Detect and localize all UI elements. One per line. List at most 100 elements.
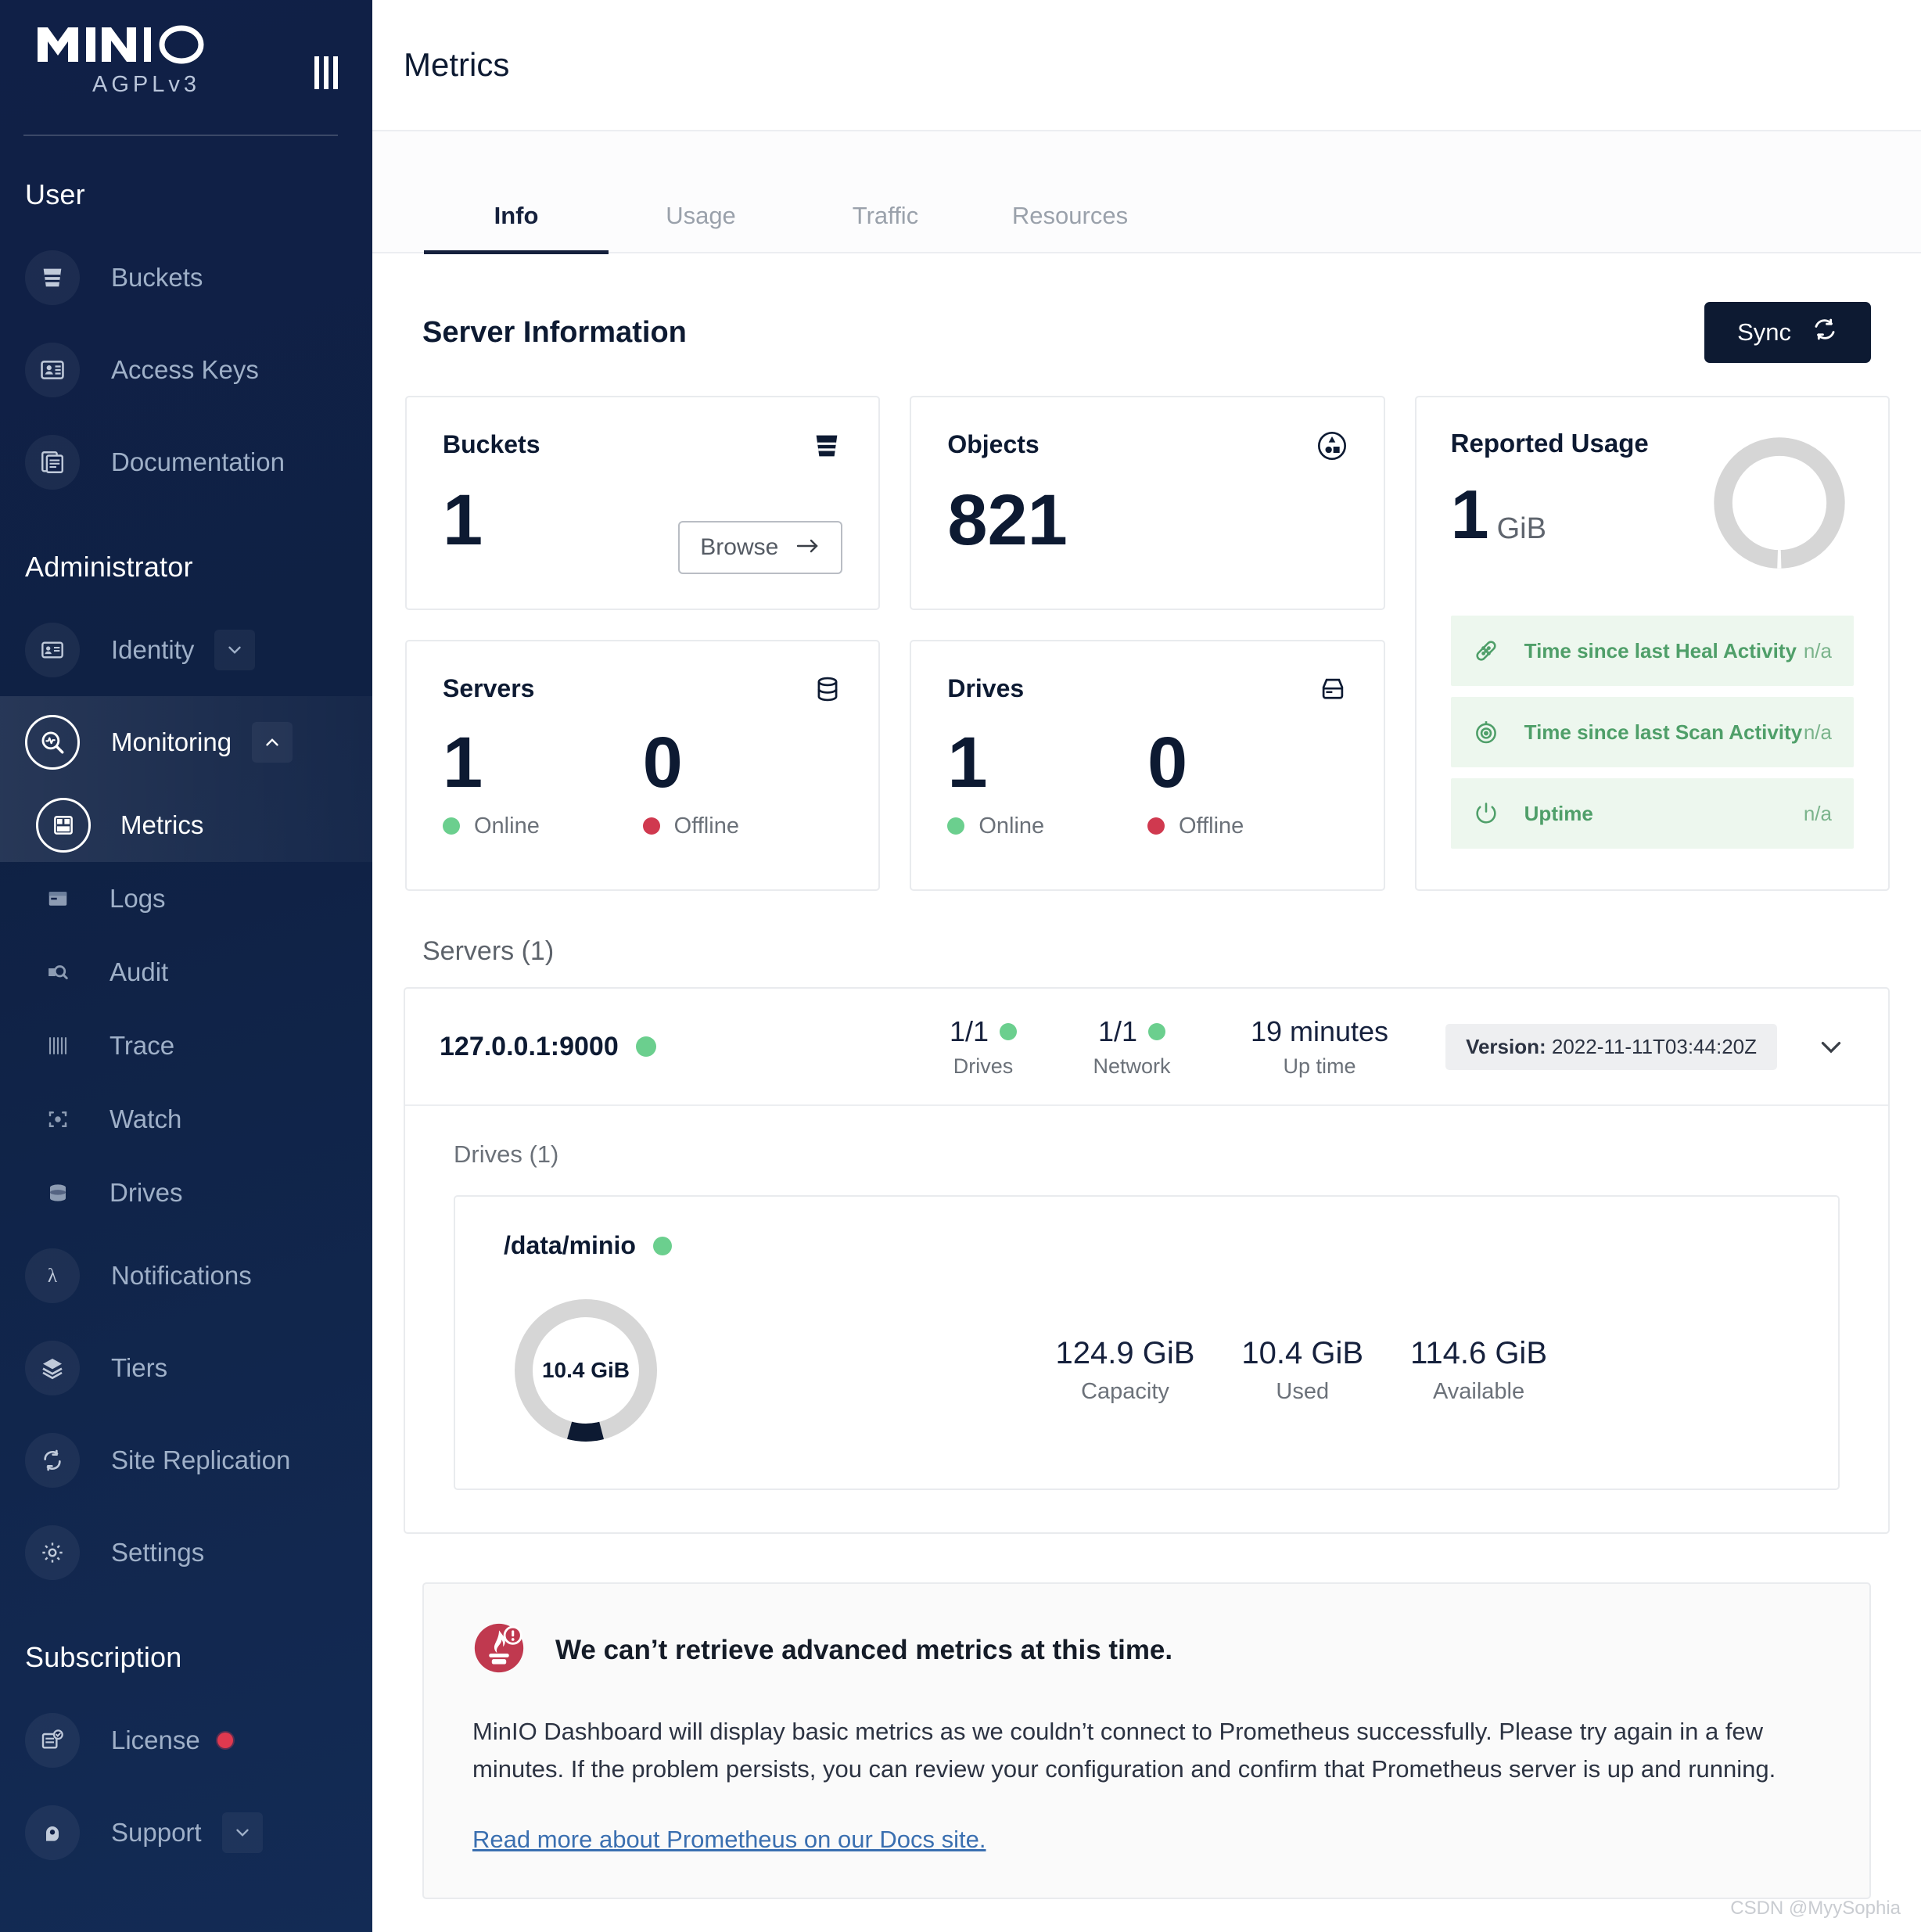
- scan-icon: [1473, 719, 1513, 745]
- server-uptime-label: Up time: [1283, 1054, 1356, 1078]
- servers-offline-label: Offline: [673, 813, 739, 839]
- card-servers: Servers 1 Online 0 Offline: [405, 640, 881, 891]
- sidebar-item-label: Tiers: [111, 1353, 168, 1382]
- browse-button[interactable]: Browse: [678, 521, 843, 574]
- sidebar-item-support[interactable]: Support: [0, 1787, 372, 1879]
- sync-icon: [1811, 316, 1838, 349]
- page-header: Metrics: [372, 0, 1921, 131]
- drives-offline: 0 Offline: [1147, 708, 1348, 839]
- sidebar-item-label: License: [111, 1726, 200, 1754]
- status-dot-online: [635, 1036, 656, 1057]
- sidebar-item-metrics[interactable]: Metrics: [0, 788, 372, 862]
- usage-title: Reported Usage: [1450, 429, 1649, 458]
- sidebar-item-settings[interactable]: Settings: [0, 1506, 372, 1599]
- sidebar-item-notifications[interactable]: λ Notifications: [0, 1230, 372, 1322]
- sidebar-item-label: Metrics: [120, 810, 204, 839]
- license-label: AGPLv3: [92, 72, 200, 97]
- servers-status-group: 1 Online 0 Offline: [443, 708, 842, 839]
- alert-header: We can’t retrieve advanced metrics at th…: [472, 1621, 1821, 1679]
- drive-available-value: 114.6 GiB: [1410, 1336, 1547, 1370]
- sidebar-item-logs[interactable]: Logs: [0, 862, 372, 935]
- sidebar-section-user: User: [25, 178, 85, 210]
- drive-card: /data/minio 10.4 GiB 124.9 GiB Capacity …: [454, 1195, 1840, 1490]
- sidebar-section-subscription: Subscription: [25, 1641, 182, 1673]
- sidebar-item-label: Buckets: [111, 263, 203, 292]
- sidebar-item-documentation[interactable]: Documentation: [0, 416, 372, 508]
- tab-info[interactable]: Info: [424, 202, 609, 254]
- sidebar-section-administrator: Administrator: [25, 551, 193, 583]
- chevron-down-icon[interactable]: [1808, 1024, 1854, 1069]
- usage-row-value: n/a: [1803, 720, 1832, 744]
- card-header: Drives: [947, 674, 1347, 708]
- chevron-down-icon[interactable]: [221, 1812, 263, 1853]
- watermark: CSDN @MyySophia: [1730, 1898, 1901, 1919]
- card-title: Objects: [947, 430, 1039, 458]
- section-title: Server Information: [422, 315, 687, 349]
- card-drives: Drives 1 Online 0 Offline: [910, 640, 1385, 891]
- sidebar-item-buckets[interactable]: Buckets: [0, 232, 372, 324]
- drives-section: Drives (1) /data/minio 10.4 GiB 124.9 Gi…: [405, 1106, 1888, 1532]
- drive-available: 114.6 GiB Available: [1410, 1336, 1547, 1405]
- drives-icon: [36, 1165, 80, 1220]
- trace-icon: [36, 1018, 80, 1073]
- drives-status-group: 1 Online 0 Offline: [947, 708, 1347, 839]
- logs-icon: [36, 871, 80, 926]
- card-title: Buckets: [443, 430, 540, 458]
- sidebar-item-watch[interactable]: Watch: [0, 1083, 372, 1156]
- sidebar-brand: AGPLv3: [0, 0, 372, 131]
- sidebar-item-label: Access Keys: [111, 355, 259, 384]
- sidebar-item-audit[interactable]: Audit: [0, 935, 372, 1009]
- brand-block: AGPLv3: [34, 22, 214, 98]
- sync-button-label: Sync: [1737, 318, 1791, 346]
- layers-icon: [25, 1341, 80, 1395]
- sidebar-item-label: Notifications: [111, 1261, 252, 1290]
- minio-logo-icon: [34, 22, 214, 67]
- sidebar-item-label: Support: [111, 1818, 202, 1847]
- drives-section-label: Drives (1): [454, 1140, 559, 1168]
- svg-text:λ: λ: [48, 1265, 58, 1287]
- server-network-label: Network: [1093, 1054, 1171, 1078]
- drive-available-label: Available: [1432, 1379, 1525, 1404]
- sidebar-item-identity[interactable]: Identity: [0, 604, 372, 696]
- prometheus-icon: [472, 1621, 526, 1679]
- server-icon: [813, 674, 842, 708]
- arrow-right-icon: [795, 534, 820, 561]
- sidebar-item-drives[interactable]: Drives: [0, 1156, 372, 1230]
- sidebar-item-monitoring[interactable]: Monitoring: [0, 696, 372, 788]
- server-endpoint: 127.0.0.1:9000: [440, 1031, 619, 1061]
- server-drives-value: 1/1: [949, 1014, 989, 1047]
- content-area: Server Information Sync Buckets 1 Browse…: [372, 253, 1921, 1900]
- drives-offline-value: 0: [1147, 723, 1188, 803]
- hamburger-icon[interactable]: [314, 56, 338, 89]
- sidebar-item-label: Settings: [111, 1538, 205, 1567]
- drives-offline-flag: Offline: [1147, 813, 1348, 839]
- drive-capacity-stats: 124.9 GiB Capacity 10.4 GiB Used 114.6 G…: [1056, 1336, 1790, 1405]
- tab-traffic[interactable]: Traffic: [793, 202, 978, 254]
- sidebar-item-trace[interactable]: Trace: [0, 1009, 372, 1083]
- sidebar-item-tiers[interactable]: Tiers: [0, 1322, 372, 1414]
- chevron-down-icon[interactable]: [214, 630, 256, 670]
- status-dot-online: [652, 1236, 672, 1255]
- servers-online: 1 Online: [443, 708, 643, 839]
- chevron-up-icon[interactable]: [252, 722, 293, 763]
- servers-offline: 0 Offline: [642, 708, 843, 839]
- version-prefix: Version:: [1466, 1034, 1546, 1058]
- usage-row-label: Time since last Heal Activity: [1524, 638, 1797, 663]
- sidebar-item-license[interactable]: License: [0, 1694, 372, 1787]
- sidebar: AGPLv3 User Buckets Access Keys Document…: [0, 0, 372, 1932]
- usage-row-value: n/a: [1803, 638, 1832, 663]
- tab-usage[interactable]: Usage: [609, 202, 793, 254]
- server-row[interactable]: 127.0.0.1:9000 1/1 Drives 1/1 Network 19…: [405, 989, 1888, 1106]
- drive-capacity-value: 124.9 GiB: [1055, 1336, 1195, 1370]
- sidebar-item-access-keys[interactable]: Access Keys: [0, 324, 372, 416]
- card-reported-usage: Reported Usage 1 GiB Time since last Hea…: [1414, 396, 1890, 891]
- sidebar-item-site-replication[interactable]: Site Replication: [0, 1414, 372, 1506]
- usage-row-label: Uptime: [1524, 801, 1593, 825]
- usage-donut-chart: [1705, 429, 1854, 581]
- server-uptime-value: 19 minutes: [1250, 1014, 1389, 1047]
- drive-icon: [1318, 674, 1348, 708]
- alert-docs-link[interactable]: Read more about Prometheus on our Docs s…: [472, 1826, 986, 1854]
- tab-resources[interactable]: Resources: [978, 202, 1162, 254]
- sync-button[interactable]: Sync: [1704, 302, 1871, 363]
- version-value: 2022-11-11T03:44:20Z: [1551, 1034, 1757, 1058]
